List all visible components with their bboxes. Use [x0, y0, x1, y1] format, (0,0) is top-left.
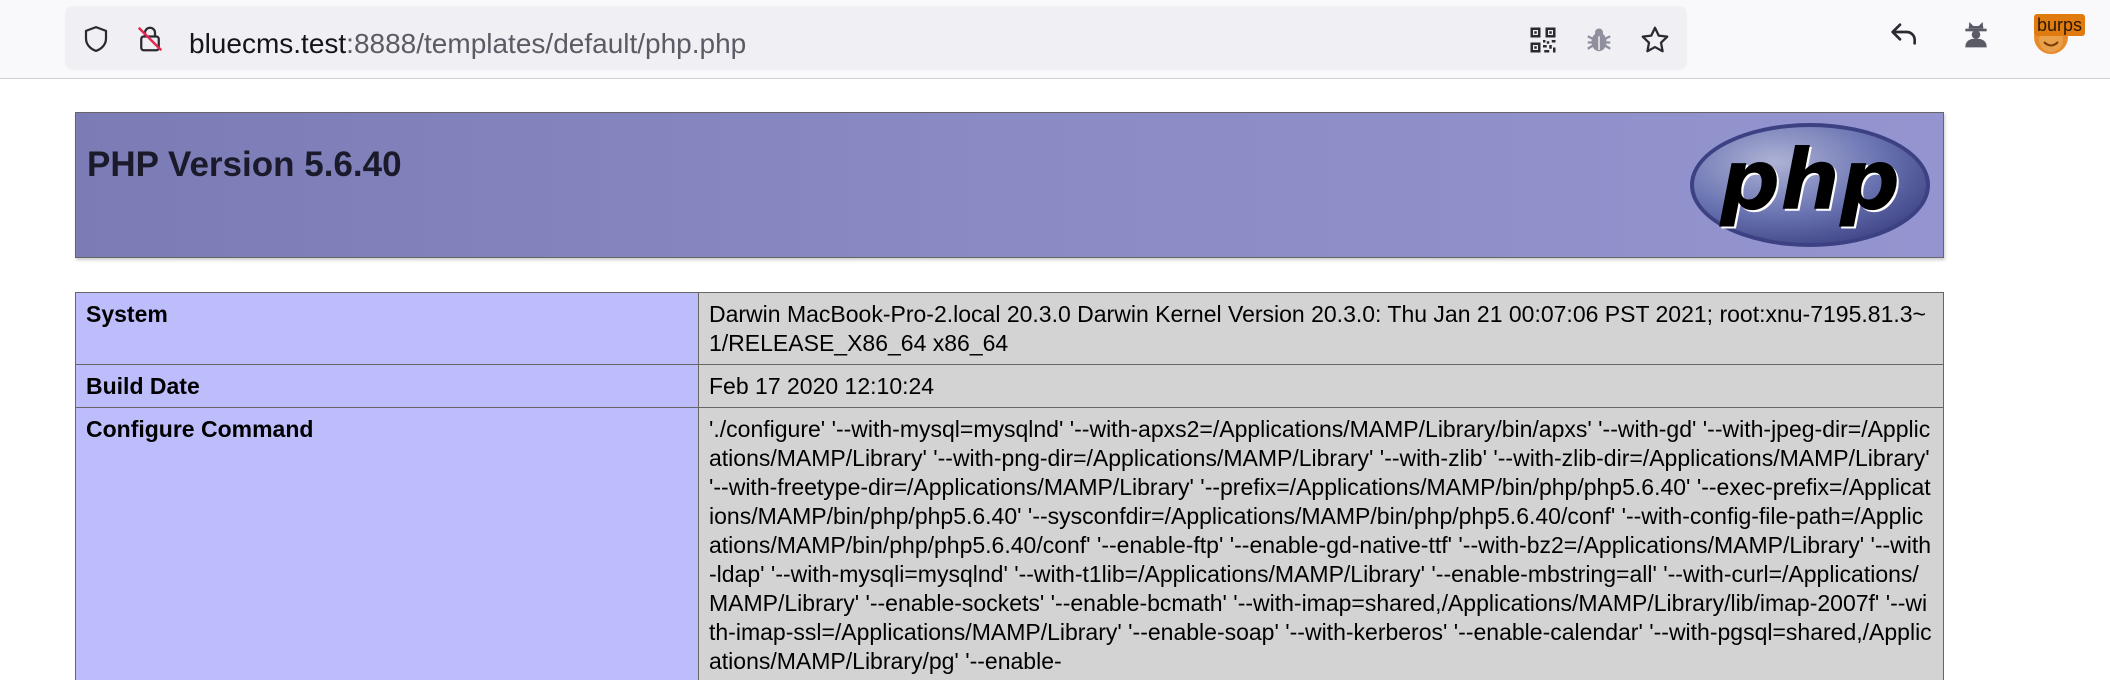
- url-host: bluecms.test: [189, 28, 347, 59]
- url-path: :8888/templates/default/php.php: [346, 28, 747, 59]
- qr-code-icon[interactable]: [1527, 24, 1559, 56]
- lock-slash-icon[interactable]: [135, 24, 165, 54]
- table-row: Build Date Feb 17 2020 12:10:24: [75, 364, 1944, 408]
- row-key: System: [75, 292, 699, 365]
- reply-arrow-icon[interactable]: [1888, 18, 1920, 50]
- bug-icon[interactable]: [1583, 24, 1615, 56]
- browser-toolbar: bluecms.test:8888/templates/default/php.…: [0, 0, 2110, 79]
- row-value: Feb 17 2020 12:10:24: [698, 364, 1944, 408]
- burp-badge: burps: [2034, 14, 2086, 36]
- php-version-header: PHP Version 5.6.40 php php: [75, 112, 1944, 258]
- php-logo[interactable]: php php: [1688, 121, 1932, 249]
- table-row: Configure Command './configure' '--with-…: [75, 407, 1944, 680]
- address-bar[interactable]: bluecms.test:8888/templates/default/php.…: [65, 6, 1687, 70]
- url-text[interactable]: bluecms.test:8888/templates/default/php.…: [189, 26, 746, 62]
- page-content: PHP Version 5.6.40 php php System Darwin…: [0, 80, 2110, 680]
- row-value: Darwin MacBook-Pro-2.local 20.3.0 Darwin…: [698, 292, 1944, 365]
- page-title: PHP Version 5.6.40: [87, 145, 402, 184]
- agent-icon[interactable]: [1960, 18, 1992, 50]
- table-row: System Darwin MacBook-Pro-2.local 20.3.0…: [75, 292, 1944, 365]
- star-icon[interactable]: [1639, 24, 1671, 56]
- info-table: System Darwin MacBook-Pro-2.local 20.3.0…: [75, 292, 1944, 680]
- row-value: './configure' '--with-mysql=mysqlnd' '--…: [698, 407, 1944, 680]
- row-key: Configure Command: [75, 407, 699, 680]
- shield-icon[interactable]: [81, 24, 111, 54]
- row-key: Build Date: [75, 364, 699, 408]
- php-logo-text: php: [1719, 131, 1900, 229]
